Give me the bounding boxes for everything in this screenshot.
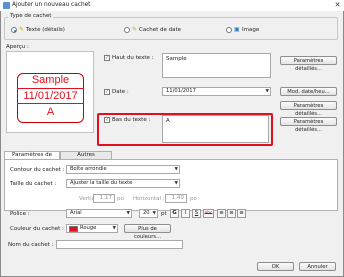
stamp-name-input[interactable]	[56, 240, 183, 249]
date-stamp-icon: ✎	[132, 26, 138, 33]
chevron-down-icon: ▼	[126, 211, 130, 216]
window-title: Ajouter un nouveau cachet	[12, 2, 91, 8]
chevron-down-icon: ▼	[152, 211, 156, 216]
color-select[interactable]: Rouge ▼	[66, 224, 118, 233]
bottom-text-checkbox[interactable]: ✓	[104, 117, 110, 123]
image-icon: ▣	[234, 26, 240, 33]
chevron-down-icon: ▼	[174, 167, 178, 172]
font-value: Arial	[70, 210, 82, 216]
align-left-icon[interactable]: ≡	[217, 209, 226, 218]
chevron-down-icon: ▼	[265, 89, 269, 94]
radio-date-stamp-label: Cachet de date	[139, 27, 182, 33]
outline-label: Contour du cachet :	[10, 167, 65, 173]
date-value: 11/01/2017	[166, 88, 196, 94]
vertical-unit: po	[117, 196, 124, 202]
horizontal-unit: po	[190, 196, 197, 202]
font-size-unit: pt	[161, 211, 167, 217]
strikethrough-button[interactable]: abc	[203, 209, 214, 218]
align-right-icon[interactable]: ≡	[237, 209, 246, 218]
more-colors-button[interactable]: Plus de couleurs...	[124, 224, 171, 240]
bottom-text-label: Bas du texte :	[112, 117, 151, 123]
bold-button[interactable]: G	[170, 209, 179, 218]
size-value: Ajuster la taille du texte	[70, 180, 133, 186]
date-checkbox[interactable]: ✓	[104, 89, 110, 95]
chevron-down-icon: ▼	[174, 181, 178, 186]
size-label: Taille du cachet :	[10, 181, 57, 187]
stamp-type-group-title: Type de cachet	[8, 13, 54, 19]
stamp-line-date: 11/01/2017	[23, 90, 78, 102]
close-icon[interactable]: ✕	[333, 1, 342, 10]
align-center-icon[interactable]: ≡	[227, 209, 236, 218]
top-text-checkbox[interactable]: ✓	[104, 55, 110, 61]
color-label: Couleur du cachet :	[10, 226, 64, 232]
top-text-input[interactable]: Sample	[162, 53, 271, 78]
radio-text-details[interactable]	[11, 27, 17, 33]
font-size-value: 20	[143, 210, 150, 216]
bottom-text-input[interactable]: A	[162, 115, 269, 143]
italic-button[interactable]: I	[181, 209, 190, 218]
ok-button[interactable]: OK	[257, 262, 294, 271]
color-value: Rouge	[80, 225, 97, 231]
preview-label: Aperçu :	[6, 44, 29, 50]
horizontal-input[interactable]: 1,49	[165, 194, 187, 203]
modify-date-button[interactable]: Mod. date/heu...	[280, 87, 337, 96]
color-swatch	[69, 226, 78, 232]
stamp-line-top: Sample	[31, 74, 70, 86]
tab-other-settings[interactable]: Autres paramètres	[60, 151, 112, 165]
underline-button[interactable]: S	[192, 209, 201, 218]
top-text-label: Haut du texte :	[112, 55, 154, 61]
date-label: Date :	[112, 89, 129, 95]
radio-text-details-label: Texte (détails)	[26, 27, 65, 33]
tab-basic-settings[interactable]: Paramètres de base	[4, 151, 60, 165]
stamp-name-label: Nom du cachet :	[8, 242, 54, 248]
date-select[interactable]: 11/01/2017 ▼	[162, 87, 271, 96]
size-select[interactable]: Ajuster la taille du texte ▼	[66, 179, 180, 188]
pen-icon: ✎	[19, 26, 25, 33]
font-select[interactable]: Arial ▼	[66, 209, 132, 218]
outline-value: Boîte arrondie	[70, 166, 107, 172]
horizontal-label: Horizontal :	[133, 196, 165, 202]
outline-select[interactable]: Boîte arrondie ▼	[66, 165, 180, 174]
app-icon	[3, 2, 10, 9]
date-details-button[interactable]: Paramètres détaillés...	[280, 101, 337, 117]
radio-date-stamp[interactable]	[124, 27, 130, 33]
stamp-divider-bottom	[17, 103, 84, 104]
chevron-down-icon: ▼	[112, 226, 116, 231]
bottom-text-details-button[interactable]: Paramètres détaillés...	[280, 117, 337, 133]
font-label: Police :	[10, 211, 30, 217]
vertical-input[interactable]: 1,17	[93, 194, 115, 203]
radio-image[interactable]	[226, 27, 232, 33]
top-text-details-button[interactable]: Paramètres détaillés...	[280, 56, 337, 72]
font-size-select[interactable]: 20 ▼	[139, 209, 158, 218]
radio-image-label: Image	[242, 27, 260, 33]
cancel-button[interactable]: Annuler	[299, 262, 336, 271]
stamp-line-bottom: A	[46, 106, 55, 118]
